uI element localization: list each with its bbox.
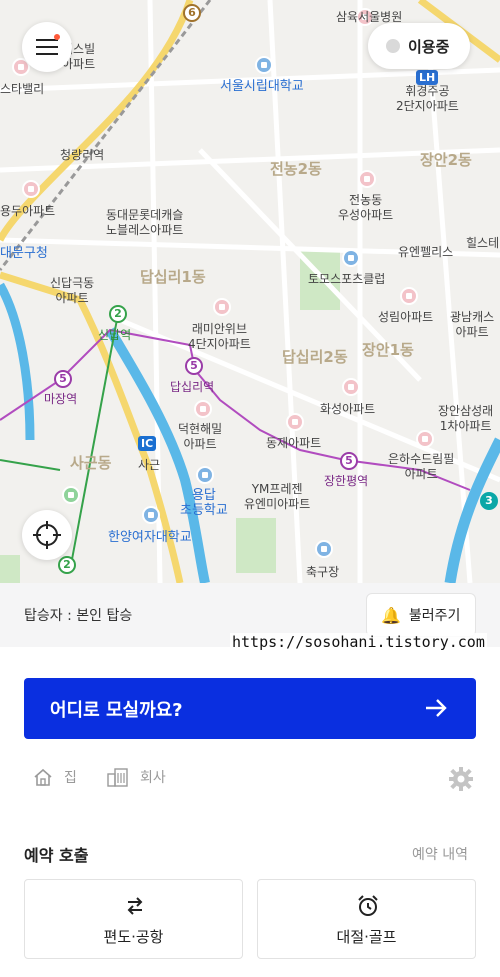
status-toggle[interactable]: 이용중 [368,23,470,69]
reserve-card-label: 편도·공항 [103,928,164,946]
place-label: 사근 [138,458,161,472]
hamburger-icon [36,53,58,55]
place-label: 토모스포츠클럽 [308,272,386,286]
place-label: 전농동 우성아파트 [338,193,394,222]
poi-marker[interactable] [142,506,160,524]
station-label: 답십리역 [170,380,215,394]
poi-marker[interactable] [286,413,304,431]
reserve-card-label: 대절·골프 [336,928,397,946]
place-label: 동재아파트 [266,436,322,450]
poi-marker[interactable] [400,287,418,305]
hamburger-icon [36,46,58,48]
place-label: 장안삼성래 1차아파트 [438,404,494,433]
line-5-badge: 5 [54,370,72,388]
place-label: 유엔펠리스 [398,245,454,259]
place-label: 은하수드림필 아파트 [388,452,455,481]
line-5-badge: 5 [185,357,203,375]
place-label: YM프레젠 유엔미아파트 [244,482,311,511]
rider-info: 탑승자 : 본인 탑승 [24,608,133,624]
lh-badge: LH [416,70,439,85]
swap-arrows-icon [127,897,143,915]
poi-marker[interactable] [62,486,80,504]
district-label: 사근동 [70,454,112,472]
building-icon [107,768,128,787]
poi-marker[interactable] [22,180,40,198]
park-area [0,555,20,583]
place-label: 동대문롯데캐슬 노블레스아파트 [106,208,184,237]
shortcut-office[interactable]: 회사 [106,766,166,788]
place-label: 신답극동 아파트 [50,276,95,305]
watermark-text: https://sosohani.tistory.com [230,633,487,651]
district-label: 전농2동 [270,160,322,178]
poi-marker[interactable] [358,170,376,188]
poi-marker[interactable] [196,466,214,484]
current-location-button[interactable] [22,510,72,560]
district-label: 답십리2동 [282,348,348,366]
place-label: 휘경주공 2단지아파트 [396,84,459,113]
arrow-right-icon [426,699,447,717]
place-label: 한양여자대학교 [108,530,192,545]
destination-button[interactable]: 어디로 모실까요? [24,678,476,739]
poi-marker[interactable] [255,56,273,74]
poi-marker[interactable] [416,430,434,448]
place-label: 청량리역 [60,148,105,162]
status-label: 이용중 [408,37,450,56]
ic-badge: IC [138,436,157,451]
subway-line-2 [0,459,61,471]
place-label: 광남캐스 아파트 [450,310,495,339]
line-6-badge: 6 [183,4,201,22]
line-2-badge: 2 [109,305,127,323]
station-label: 마장역 [44,392,78,406]
place-label: 스타밸리 [0,82,45,96]
district-label: 답십리1동 [140,268,206,286]
shortcut-office-label: 회사 [140,770,166,786]
district-label: 장안2동 [420,151,472,169]
settings-gear-icon[interactable] [448,766,474,792]
reserve-history-link[interactable]: 예약 내역 [412,844,468,864]
station-label: 장한평역 [324,474,369,488]
place-label: 축구장 [306,565,340,579]
place-label: 대문구청 [0,246,48,261]
reserve-card-charter[interactable]: 대절·골프 [257,879,476,959]
bell-icon: 🔔 [381,605,401,625]
route-3-badge: 3 [480,492,498,510]
place-label: 화성아파트 [320,402,376,416]
line-5-badge: 5 [340,452,358,470]
place-label: 성림아파트 [378,310,434,324]
reserve-card-oneway[interactable]: 편도·공항 [24,879,243,959]
station-label: 신답역 [98,328,132,342]
reserve-title: 예약 호출 [24,846,89,865]
shortcut-home[interactable]: 집 [32,766,77,788]
place-label: 덕현해밀 아파트 [178,422,223,451]
district-label: 장안1동 [362,341,414,359]
home-icon [34,768,52,786]
notification-dot [54,34,60,40]
poi-marker[interactable] [213,298,231,316]
place-label: 용답 초등학교 [180,488,228,518]
alarm-clock-icon [358,895,378,916]
poi-marker[interactable] [342,378,360,396]
crosshair-icon [33,521,61,549]
poi-marker[interactable] [194,400,212,418]
call-button[interactable]: 🔔 불러주기 [366,593,476,637]
shortcut-home-label: 집 [64,770,77,786]
place-label: 서울시립대학교 [220,79,304,94]
destination-label: 어디로 모실까요? [50,699,183,721]
place-label: 래미안위브 4단지아파트 [188,322,251,351]
menu-button[interactable] [22,22,72,72]
poi-marker[interactable] [315,540,333,558]
park-area [236,518,276,573]
place-label: 용두아파트 [0,204,56,218]
map-view[interactable]: 전농2동 장안2동 답십리1동 답십리2동 장안1동 사근동 삼육서울병원 서울… [0,0,500,583]
call-button-label: 불러주기 [408,608,461,624]
poi-marker[interactable] [342,249,360,267]
place-label: 힐스테 [466,236,500,250]
status-indicator [386,39,400,53]
